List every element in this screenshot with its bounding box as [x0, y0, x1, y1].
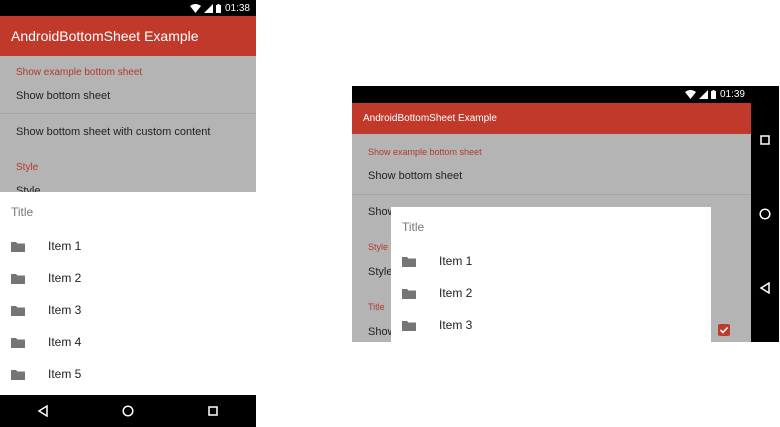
- folder-icon: [11, 369, 25, 380]
- row-show-custom[interactable]: Show bottom sheet with custom content: [16, 126, 210, 138]
- back-triangle-icon[interactable]: [759, 282, 771, 294]
- folder-icon: [11, 273, 25, 284]
- list-item[interactable]: Item 5: [11, 364, 81, 384]
- status-bar: 01:39: [352, 86, 751, 103]
- list-item-label: Item 1: [439, 254, 473, 268]
- row-show-bottom-sheet[interactable]: Show bottom sheet: [16, 90, 110, 102]
- list-item-label: Item 2: [439, 286, 473, 300]
- battery-icon: [215, 3, 221, 13]
- list-item[interactable]: Item 3: [402, 315, 472, 335]
- list-item-label: Item 3: [48, 303, 82, 317]
- section-label-show: Show example bottom sheet: [368, 147, 482, 157]
- bottom-sheet: Title Item 1 Item 2 Item 3: [391, 207, 711, 342]
- status-time: 01:39: [719, 89, 745, 100]
- section-label-show: Show example bottom sheet: [16, 67, 143, 78]
- battery-icon: [710, 90, 716, 99]
- folder-icon: [11, 305, 25, 316]
- nav-bar: [0, 395, 256, 427]
- row-show-bottom-sheet[interactable]: Show bottom sheet: [368, 170, 462, 182]
- folder-icon: [11, 337, 25, 348]
- folder-icon: [11, 241, 25, 252]
- back-triangle-icon[interactable]: [37, 405, 49, 417]
- app-bar: AndroidBottomSheet Example: [352, 103, 751, 134]
- section-label-title: Title: [368, 302, 385, 312]
- status-icons: [189, 3, 221, 13]
- landscape-screen: 01:39 AndroidBottomSheet Example Show ex…: [352, 86, 779, 342]
- list-item-label: Item 4: [48, 335, 82, 349]
- section-label-style: Style: [368, 242, 389, 252]
- list-item[interactable]: Item 2: [11, 268, 81, 288]
- app-title: AndroidBottomSheet Example: [11, 28, 199, 44]
- settings-list: Show example bottom sheet Show bottom sh…: [0, 56, 256, 197]
- status-icons: [684, 90, 716, 99]
- status-time: 01:38: [224, 2, 250, 14]
- divider: [352, 194, 751, 195]
- divider: [0, 113, 256, 114]
- list-item[interactable]: Item 1: [402, 251, 472, 271]
- list-item[interactable]: Item 3: [11, 300, 81, 320]
- folder-icon: [402, 256, 416, 267]
- portrait-screen: 01:38 AndroidBottomSheet Example Show ex…: [0, 0, 256, 427]
- list-item[interactable]: Item 1: [11, 236, 81, 256]
- home-circle-icon[interactable]: [122, 405, 134, 417]
- list-item-label: Item 5: [48, 367, 82, 381]
- wifi-icon: [684, 90, 696, 99]
- status-bar: 01:38: [0, 0, 256, 16]
- signal-icon: [203, 3, 213, 13]
- list-item-label: Item 1: [48, 239, 82, 253]
- app-bar: AndroidBottomSheet Example: [0, 16, 256, 56]
- section-label-style: Style: [16, 162, 39, 173]
- list-item-label: Item 2: [48, 271, 82, 285]
- app-title: AndroidBottomSheet Example: [363, 113, 497, 124]
- folder-icon: [402, 288, 416, 299]
- sheet-title: Title: [402, 220, 425, 234]
- checkbox-checked-icon[interactable]: [718, 324, 730, 336]
- list-item[interactable]: Item 4: [11, 332, 81, 352]
- recents-square-icon[interactable]: [759, 134, 771, 146]
- wifi-icon: [189, 3, 201, 13]
- bottom-sheet: Title Item 1 Item 2 Item 3 Item 4 Item 5: [0, 192, 256, 395]
- nav-bar: [751, 86, 779, 342]
- home-circle-icon[interactable]: [759, 208, 771, 220]
- recents-square-icon[interactable]: [207, 405, 219, 417]
- list-item-label: Item 3: [439, 318, 473, 332]
- folder-icon: [402, 320, 416, 331]
- list-item[interactable]: Item 2: [402, 283, 472, 303]
- signal-icon: [698, 90, 708, 99]
- sheet-title: Title: [11, 205, 34, 219]
- row-style[interactable]: Style: [368, 266, 392, 278]
